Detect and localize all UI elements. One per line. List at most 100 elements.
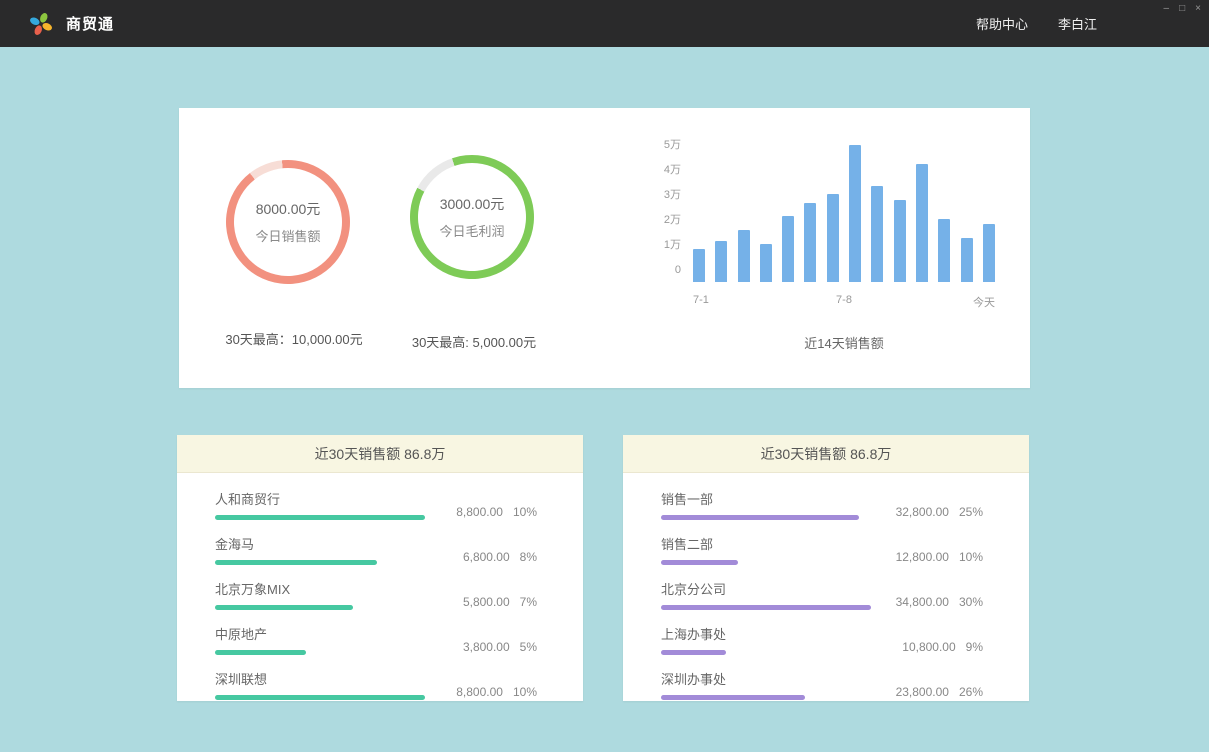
donut-today-sales: 8000.00元 今日销售额 — [226, 160, 350, 284]
row-name: 人和商贸行 — [215, 489, 425, 508]
row-name: 北京万象MIX — [215, 579, 425, 598]
departments-sales-panel: 近30天销售额 86.8万 销售一部32,800.0025%销售二部12,800… — [623, 435, 1029, 701]
row-value: 23,800.00 — [896, 685, 949, 699]
row-value-group: 8,800.00 10% — [456, 505, 537, 520]
row-bar — [661, 650, 726, 655]
departments-panel-rows: 销售一部 32,800.00 25% 销售二部 12,800.0010% 北京分公司 34,… — [623, 473, 1029, 700]
customers-sales-panel: 近30天销售额 86.8万 人和商贸行 8,800.00 10% 金海马 6,800.0… — [177, 435, 583, 701]
row-value-group: 23,800.00 26% — [896, 685, 983, 700]
row-value: 3,800.00 — [463, 640, 510, 654]
row-percent: 30% — [959, 595, 983, 609]
summary-card: 8000.00元 今日销售额 30天最高：10,000.00元 3000.00元… — [179, 108, 1030, 388]
row-bar — [661, 605, 871, 610]
y-tick-label: 3万 — [649, 189, 681, 201]
row-value: 12,800.00 — [896, 550, 949, 564]
x-tick-first: 7-1 — [693, 294, 709, 306]
row-percent: 9% — [966, 640, 983, 654]
row-value: 32,800.00 — [896, 505, 949, 519]
minimize-button[interactable]: – — [1164, 3, 1170, 15]
list-item: 深圳联想 8,800.00 10% — [215, 669, 537, 700]
row-value: 8,800.00 — [456, 685, 503, 699]
list-item: 销售一部 32,800.00 25% — [661, 489, 983, 520]
row-name: 上海办事处 — [661, 624, 871, 643]
row-name: 销售二部 — [661, 534, 871, 553]
row-value-group: 10,800.00 9% — [902, 640, 983, 655]
list-item: 中原地产 3,800.00 5% — [215, 624, 537, 655]
window-controls: – □ × — [1164, 3, 1201, 15]
chart-bar — [894, 200, 906, 282]
row-value-group: 3,800.00 5% — [463, 640, 537, 655]
chart-bar — [760, 244, 772, 282]
chart-bar — [916, 164, 928, 282]
row-value: 5,800.00 — [463, 595, 510, 609]
today-profit-max-caption: 30天最高: 5,000.00元 — [359, 332, 589, 351]
topbar-nav: 帮助中心 李白江 — [976, 14, 1209, 33]
chart-bar — [693, 249, 705, 282]
chart-plot-area — [693, 145, 995, 282]
row-percent: 8% — [520, 550, 537, 564]
chart-bar — [871, 186, 883, 282]
topbar: 商贸通 帮助中心 李白江 — [0, 0, 1209, 47]
today-sales-value: 8000.00元 — [256, 199, 321, 219]
row-percent: 10% — [513, 685, 537, 699]
y-tick-label: 5万 — [649, 139, 681, 151]
row-percent: 10% — [513, 505, 537, 519]
donut-today-profit-center: 3000.00元 今日毛利润 — [410, 155, 534, 279]
row-bar — [661, 695, 805, 700]
y-tick-label: 4万 — [649, 164, 681, 176]
user-name-link[interactable]: 李白江 — [1058, 14, 1097, 33]
row-value: 34,800.00 — [896, 595, 949, 609]
close-button[interactable]: × — [1195, 3, 1201, 15]
row-bar — [661, 560, 738, 565]
row-name: 深圳联想 — [215, 669, 425, 688]
today-profit-label: 今日毛利润 — [439, 221, 504, 240]
row-name: 北京分公司 — [661, 579, 871, 598]
app-window: – □ × 商贸通 帮助中心 李白江 8000.00元 今日 — [0, 0, 1209, 752]
list-item: 深圳办事处23,800.0026% — [661, 669, 983, 700]
y-tick-label: 2万 — [649, 214, 681, 226]
help-center-link[interactable]: 帮助中心 — [976, 14, 1028, 33]
chart-y-axis: 5万4万3万2万1万0 — [649, 139, 681, 276]
row-value: 10,800.00 — [902, 640, 955, 654]
maximize-button[interactable]: □ — [1179, 3, 1185, 15]
row-value-group: 5,800.007% — [463, 595, 537, 610]
row-value-group: 32,800.00 25% — [896, 505, 983, 520]
list-item: 金海马 6,800.00 8% — [215, 534, 537, 565]
list-item: 北京万象MIX 5,800.007% — [215, 579, 537, 610]
y-tick-label: 0 — [649, 264, 681, 276]
list-item: 销售二部 12,800.0010% — [661, 534, 983, 565]
app-title: 商贸通 — [66, 13, 114, 34]
sales-14day-bar-chart: 5万4万3万2万1万0 7-1 7-8 今天 近14天销售额 — [649, 145, 1009, 375]
x-tick-middle: 7-8 — [836, 294, 852, 306]
donut-today-profit: 3000.00元 今日毛利润 — [410, 155, 534, 279]
chart-bar — [961, 238, 973, 282]
row-percent: 25% — [959, 505, 983, 519]
x-tick-last: 今天 — [973, 294, 995, 310]
customers-panel-title: 近30天销售额 86.8万 — [177, 435, 583, 473]
row-value: 6,800.00 — [463, 550, 510, 564]
row-bar — [215, 605, 353, 610]
row-percent: 26% — [959, 685, 983, 699]
donut-today-sales-center: 8000.00元 今日销售额 — [226, 160, 350, 284]
customers-panel-rows: 人和商贸行 8,800.00 10% 金海马 6,800.00 8% 北京万象MIX 5,80… — [177, 473, 583, 700]
row-value-group: 12,800.0010% — [896, 550, 983, 565]
chart-bar — [983, 224, 995, 282]
chart-title: 近14天销售额 — [693, 333, 995, 352]
chart-bar — [715, 241, 727, 282]
row-value-group: 8,800.00 10% — [456, 685, 537, 700]
row-bar — [215, 650, 306, 655]
chart-bar — [827, 194, 839, 282]
row-name: 金海马 — [215, 534, 425, 553]
today-profit-value: 3000.00元 — [440, 194, 505, 214]
chart-x-axis: 7-1 7-8 今天 — [693, 294, 995, 308]
row-name: 中原地产 — [215, 624, 425, 643]
list-item: 上海办事处 10,800.00 9% — [661, 624, 983, 655]
row-name: 销售一部 — [661, 489, 871, 508]
row-value-group: 6,800.00 8% — [463, 550, 537, 565]
row-value: 8,800.00 — [456, 505, 503, 519]
row-percent: 5% — [520, 640, 537, 654]
list-item: 北京分公司 34,800.00 30% — [661, 579, 983, 610]
app-logo-icon — [28, 11, 54, 37]
row-bar — [215, 560, 377, 565]
row-bar — [661, 515, 859, 520]
